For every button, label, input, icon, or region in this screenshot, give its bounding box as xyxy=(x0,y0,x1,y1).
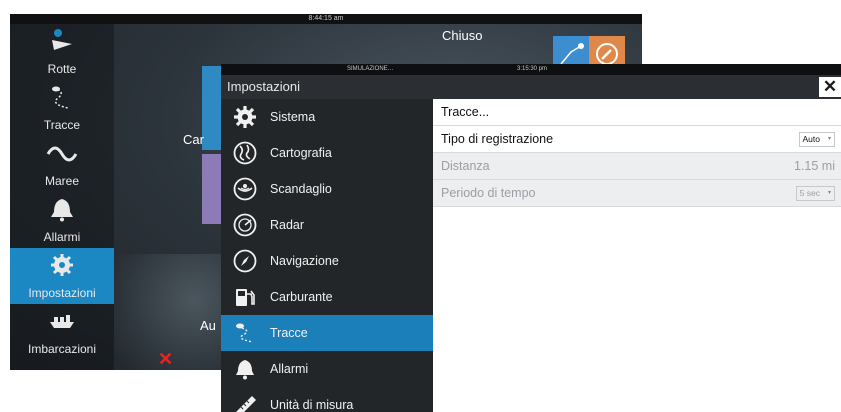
bg-nav-item-routes[interactable]: Rotte xyxy=(10,24,114,80)
dialog-title: Impostazioni xyxy=(227,79,300,94)
bg-nav-label: Imbarcazioni xyxy=(27,342,97,356)
time-period-row: Periodo di tempo 5 sec ▾ xyxy=(433,180,841,207)
background-clock: 8:44:15 am xyxy=(308,15,344,22)
radar-icon xyxy=(233,213,257,237)
menu-item-radar[interactable]: Radar xyxy=(221,207,433,243)
logging-type-dropdown[interactable]: Auto ▾ xyxy=(798,132,835,147)
close-button[interactable]: ✕ xyxy=(819,77,841,97)
distance-value: 1.15 mi xyxy=(794,159,835,173)
menu-item-label: Allarmi xyxy=(270,362,309,376)
time-period-dropdown: 5 sec ▾ xyxy=(795,186,835,201)
menu-item-fuel[interactable]: Carburante xyxy=(221,279,433,315)
vessels-icon xyxy=(50,315,74,328)
menu-item-system[interactable]: Sistema xyxy=(221,99,433,135)
dialog-titlebar: Impostazioni ✕ xyxy=(221,75,841,99)
tracks-link-row[interactable]: Tracce... xyxy=(433,99,841,126)
bg-nav-item-vessels[interactable]: Imbarcazioni xyxy=(10,304,114,360)
tracks-icon xyxy=(236,323,254,343)
tracks-icon xyxy=(52,86,69,109)
settings-menu: Sistema Cartografia Scandaglio Radar Nav… xyxy=(221,99,433,412)
status-clock: 3:15:30 pm xyxy=(517,66,548,72)
menu-item-label: Tracce xyxy=(270,326,308,340)
menu-item-charts[interactable]: Cartografia xyxy=(221,135,433,171)
menu-item-label: Radar xyxy=(270,218,305,232)
simulation-indicator: SIMULAZIONE… xyxy=(347,66,394,72)
bg-nav-label: Impostazioni xyxy=(28,286,96,300)
bell-icon xyxy=(51,199,73,222)
background-status-bar: 8:44:15 am xyxy=(10,14,642,24)
menu-item-label: Sistema xyxy=(270,110,316,124)
time-period-value: 5 sec xyxy=(799,188,820,198)
bg-nav-item-tides[interactable]: Maree xyxy=(10,136,114,192)
routes-icon xyxy=(52,29,72,50)
bg-nav-item-tracks[interactable]: Tracce xyxy=(10,80,114,136)
background-tile-label: Car xyxy=(183,132,204,147)
gear-icon xyxy=(51,254,73,276)
compass-icon xyxy=(233,249,257,273)
menu-item-navigation[interactable]: Navigazione xyxy=(221,243,433,279)
chevron-down-icon: ▾ xyxy=(827,190,831,196)
chart-icon xyxy=(233,141,257,165)
menu-item-label: Navigazione xyxy=(270,254,339,268)
bg-nav-item-alarms[interactable]: Allarmi xyxy=(10,192,114,248)
tracks-link[interactable]: Tracce... xyxy=(441,99,489,125)
bg-nav-label: Maree xyxy=(44,174,79,188)
chevron-down-icon: ▾ xyxy=(827,136,831,142)
bell-icon xyxy=(236,360,254,380)
bg-nav-label: Rotte xyxy=(47,62,77,76)
bg-nav-item-settings[interactable]: Impostazioni xyxy=(10,248,114,304)
time-period-label: Periodo di tempo xyxy=(441,186,536,200)
menu-item-label: Unità di misura xyxy=(270,398,354,412)
dialog-status-bar: SIMULAZIONE… 3:15:30 pm xyxy=(221,64,841,75)
logging-type-label: Tipo di registrazione xyxy=(441,132,554,146)
logging-type-row[interactable]: Tipo di registrazione Auto ▾ xyxy=(433,126,841,153)
background-sidebar: Rotte Tracce Maree Allarmi Impostazioni … xyxy=(10,24,114,370)
bg-nav-label: Allarmi xyxy=(43,230,81,244)
bg-nav-label: Tracce xyxy=(43,118,81,132)
background-tile-label: Au xyxy=(200,318,216,333)
menu-item-sonar[interactable]: Scandaglio xyxy=(221,171,433,207)
distance-label: Distanza xyxy=(441,159,490,173)
menu-item-label: Carburante xyxy=(270,290,333,304)
menu-item-label: Scandaglio xyxy=(270,182,332,196)
menu-item-alarms[interactable]: Allarmi xyxy=(221,351,433,387)
menu-item-label: Cartografia xyxy=(270,146,332,160)
settings-dialog: SIMULAZIONE… 3:15:30 pm Impostazioni ✕ S… xyxy=(221,64,841,412)
menu-item-tracks[interactable]: Tracce xyxy=(221,315,433,351)
fuel-icon xyxy=(236,289,255,306)
sonar-icon xyxy=(233,177,257,201)
logging-type-value: Auto xyxy=(802,134,821,144)
menu-item-units[interactable]: Unità di misura xyxy=(221,387,433,412)
settings-content: Tracce... Tipo di registrazione Auto ▾ D… xyxy=(433,99,841,412)
close-icon[interactable]: ✕ xyxy=(158,349,173,370)
background-closed-label: Chiuso xyxy=(442,28,483,43)
gear-icon xyxy=(234,106,256,128)
tides-icon xyxy=(46,146,78,162)
distance-row: Distanza 1.15 mi xyxy=(433,153,841,180)
ruler-icon xyxy=(236,396,256,412)
